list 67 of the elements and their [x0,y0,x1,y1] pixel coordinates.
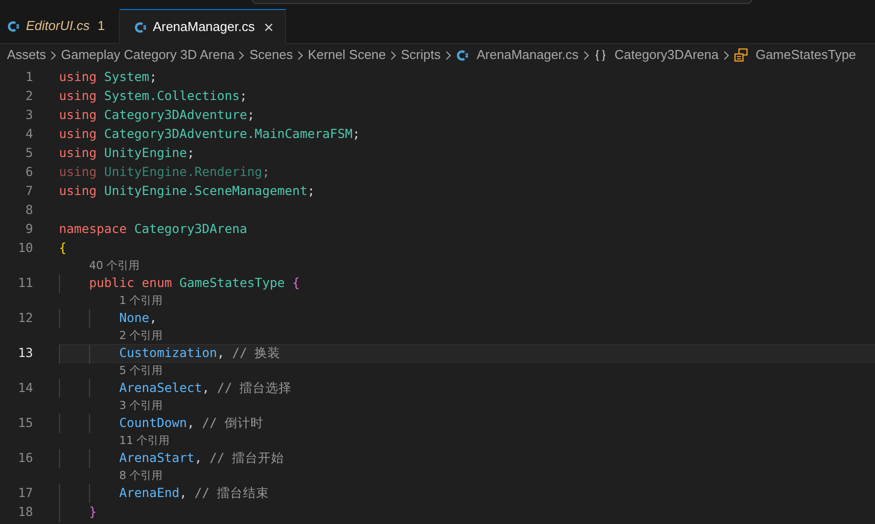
line-number: 2 [24,87,33,106]
line-number: 4 [24,125,33,144]
breadcrumb-item[interactable]: Scripts [400,45,441,65]
editor-tab[interactable]: ArenaManager.cs × [120,9,286,44]
code-line: using System.Collections; [59,87,248,106]
code-lens-reference[interactable]: 40 个引用 [89,258,140,274]
code-line: using UnityEngine.SceneManagement; [59,182,315,200]
code-line: using UnityEngine.Rendering; [59,163,270,182]
csharp-file-icon [456,48,469,62]
chevron-icon [390,50,397,60]
line-number: 10 [16,239,33,258]
line-number: 6 [24,163,33,182]
code-line: { [59,239,67,258]
line-number: 17 [16,484,33,502]
code-line: using Category3DAdventure.MainCameraFSM; [59,125,360,144]
breadcrumb-item[interactable]: GameStatesType [756,45,856,65]
line-number: 8 [24,201,33,220]
line-number: 15 [16,414,33,432]
tab-label: EditorUI.cs [26,17,90,36]
code-line: CountDown, // 倒计时 [118,414,264,432]
code-lens-reference[interactable]: 3 个引用 [119,398,163,414]
line-number: 11 [16,274,33,292]
breadcrumb-item[interactable]: Kernel Scene [308,45,386,65]
code-line: using System; [59,68,157,86]
code-line: ArenaStart, // 擂台开始 [118,449,284,468]
enum-icon [734,48,748,62]
code-line: using Category3DAdventure; [59,106,255,124]
code-line: } [88,503,97,522]
line-number: 1 [24,68,33,86]
tab-label: ArenaManager.cs [152,18,255,36]
code-lens-reference[interactable]: 5 个引用 [119,362,163,380]
line-number: 16 [16,449,33,468]
line-number: 13 [16,344,33,362]
line-number: 12 [16,309,33,328]
chevron-icon [722,50,730,60]
breadcrumb-item[interactable]: Category3DArena [614,45,719,65]
line-number: 7 [24,182,33,200]
breadcrumb-item[interactable]: Gameplay Category 3D Arena [61,45,234,65]
code-lens-reference[interactable]: 8 个引用 [119,468,163,484]
chevron-icon [50,50,58,60]
breadcrumb-item[interactable]: Scenes [249,45,293,65]
line-number: 18 [16,503,33,522]
code-line: None, [118,309,157,328]
code-line: Customization, // 换装 [118,344,281,362]
braces-icon [594,48,607,62]
code-lens-reference[interactable]: 11 个引用 [119,432,170,450]
code-line: using UnityEngine; [59,144,194,162]
code-lens-reference[interactable]: 1 个引用 [119,292,163,310]
chevron-icon [582,50,590,60]
chevron-icon [238,50,246,60]
chevron-icon [444,50,452,60]
line-number: 3 [24,106,33,124]
line-number: 5 [24,144,33,162]
csharp-file-icon [134,20,147,34]
csharp-file-icon [7,20,20,32]
line-number: 9 [24,220,33,238]
code-lens-reference[interactable]: 2 个引用 [119,328,163,344]
line-number: 14 [16,379,33,398]
close-button[interactable]: × [260,18,277,36]
code-line: namespace Category3DArena [59,220,248,238]
code-line: ArenaEnd, // 擂台结束 [118,484,270,502]
breadcrumb-item[interactable]: ArenaManager.cs [476,45,579,65]
problem-count: 1 [98,17,105,36]
code-line: public enum GameStatesType { [88,274,300,292]
code-line: ArenaSelect, // 擂台选择 [118,379,292,398]
breadcrumb-item[interactable]: Assets [7,45,46,65]
chevron-icon [296,50,304,60]
